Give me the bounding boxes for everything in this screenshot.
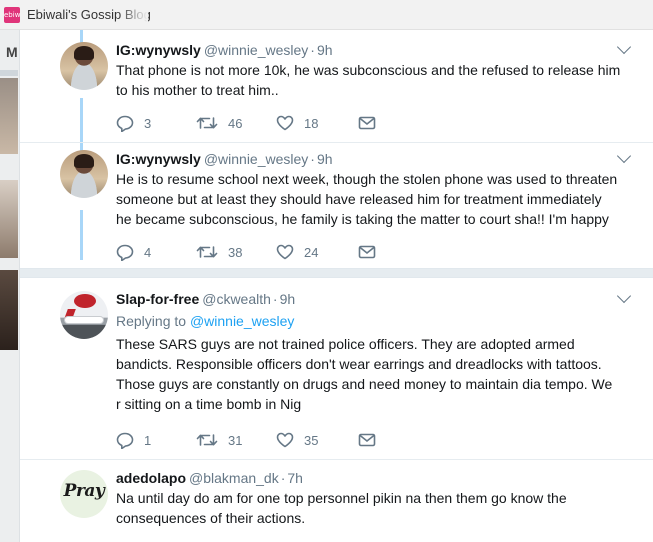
like-count: 35 xyxy=(304,432,319,448)
heart-icon xyxy=(276,244,294,260)
retweet-count: 31 xyxy=(228,432,243,448)
retweet-button[interactable]: 31 xyxy=(196,432,276,448)
retweet-count: 38 xyxy=(228,244,243,260)
browser-tab[interactable]: ebiw Ebiwali's Gossip Blog xyxy=(0,0,653,30)
retweet-icon xyxy=(196,434,218,446)
tweet-text: He is to resume school next week, though… xyxy=(116,169,626,229)
favicon-icon: ebiw xyxy=(4,6,20,23)
reply-count: 4 xyxy=(144,244,152,260)
separator-dot: · xyxy=(280,470,286,486)
tweet[interactable]: IG:wynywsly @winnie_wesley · 9h That phone … xyxy=(20,30,653,142)
tweet-text-line: Na until day do am for one top personnel… xyxy=(116,490,567,506)
tweet-text-line: to his mother to treat him.. xyxy=(116,82,279,98)
reply-button[interactable]: 3 xyxy=(116,115,196,132)
heart-icon xyxy=(276,115,294,131)
heart-icon xyxy=(276,432,294,448)
tweet-text: That phone is not more 10k, he was subco… xyxy=(116,60,626,100)
tweet-text-line: That phone is not more 10k, he was subco… xyxy=(116,62,621,78)
tweet-text: These SARS guys are not trained police o… xyxy=(116,334,626,414)
direct-message-button[interactable] xyxy=(358,433,376,447)
reply-count: 3 xyxy=(144,115,152,131)
separator-dot: · xyxy=(310,151,315,167)
envelope-icon xyxy=(358,245,376,259)
background-image xyxy=(0,270,18,350)
replying-to-label: Replying to xyxy=(116,313,187,329)
like-count: 24 xyxy=(304,244,319,260)
retweet-icon xyxy=(196,246,218,258)
tweet-author-name[interactable]: adedolapo xyxy=(116,470,186,486)
direct-message-button[interactable] xyxy=(358,116,376,130)
separator-dot: · xyxy=(310,42,315,58)
user-avatar-pray-icon[interactable]: Pray xyxy=(60,470,108,518)
tweet-text-line: r sitting on a time bomb in Nig xyxy=(116,396,302,412)
tweet-text-line: These SARS guys are not trained police o… xyxy=(116,336,575,352)
chevron-down-icon[interactable] xyxy=(616,148,632,164)
retweet-button[interactable]: 38 xyxy=(196,244,276,260)
reply-icon xyxy=(116,244,134,261)
tweet-author-handle[interactable]: @blakman_dk xyxy=(189,470,279,486)
tweet-author-handle[interactable]: @winnie_wesley xyxy=(204,42,308,58)
avatar-logo xyxy=(74,294,96,308)
background-divider xyxy=(0,70,18,76)
tweet-text-line: someone but at least they should have re… xyxy=(116,191,602,207)
tweet-actions: 3 46 18 xyxy=(116,113,376,133)
reply-icon xyxy=(116,115,134,132)
tweet-author-name[interactable]: Slap-for-free xyxy=(116,291,199,307)
reply-icon xyxy=(116,432,134,449)
tweet[interactable]: Slap-for-free @ckwealth · 9h Replying to @w… xyxy=(20,278,653,458)
background-menu-letter: M xyxy=(6,44,18,60)
tweet[interactable]: IG:wynywsly @winnie_wesley · 9h He is to re… xyxy=(20,143,653,268)
like-count: 18 xyxy=(304,115,319,131)
tweet-actions: 1 31 35 xyxy=(116,430,376,450)
envelope-icon xyxy=(358,116,376,130)
tweet-author-handle[interactable]: @winnie_wesley xyxy=(204,151,308,167)
tweet-text-line: He is to resume school next week, though… xyxy=(116,171,618,187)
chevron-down-icon[interactable] xyxy=(616,39,632,55)
tweet-author-name[interactable]: IG:wynywsly xyxy=(116,151,201,167)
tweet-author-name[interactable]: IG:wynywsly xyxy=(116,42,201,58)
tweet-text: Na until day do am for one top personnel… xyxy=(116,488,626,528)
tweet-timeline: IG:wynywsly @winnie_wesley · 9h That phone … xyxy=(20,30,653,542)
replying-to: Replying to @winnie_wesley xyxy=(116,312,294,330)
direct-message-button[interactable] xyxy=(358,245,376,259)
tab-title-fade xyxy=(118,0,148,29)
reply-count: 1 xyxy=(144,432,152,448)
tweet-text-line: bandicts. Responsible officers don't wea… xyxy=(116,356,602,372)
background-image xyxy=(0,180,18,258)
separator-dot: · xyxy=(272,291,278,307)
tweet-text-line: he became subconscious, he family is tak… xyxy=(116,211,609,227)
tweet-timestamp[interactable]: 9h xyxy=(317,42,333,58)
tweet-timestamp[interactable]: 7h xyxy=(287,470,303,486)
retweet-icon xyxy=(196,117,218,129)
tweet[interactable]: Pray adedolapo @blakman_dk · 7h Na until da… xyxy=(20,460,653,542)
envelope-icon xyxy=(358,433,376,447)
like-button[interactable]: 35 xyxy=(276,432,358,448)
tweet-actions: 4 38 24 xyxy=(116,242,376,262)
user-avatar-woman-icon[interactable] xyxy=(60,42,108,90)
replying-to-mention[interactable]: @winnie_wesley xyxy=(190,313,294,329)
avatar-plane-body xyxy=(65,317,103,323)
reply-button[interactable]: 4 xyxy=(116,244,196,261)
tweet-text-line: consequences of their actions. xyxy=(116,510,306,526)
like-button[interactable]: 24 xyxy=(276,244,358,260)
retweet-button[interactable]: 46 xyxy=(196,115,276,131)
tweet-author-handle[interactable]: @ckwealth xyxy=(202,291,271,307)
tweet-timestamp[interactable]: 9h xyxy=(317,151,333,167)
reply-button[interactable]: 1 xyxy=(116,432,196,449)
tweet-text-line: Those guys are constantly on drugs and n… xyxy=(116,376,613,392)
avatar-pray-text: Pray xyxy=(63,481,105,501)
conversation-divider xyxy=(20,268,653,278)
retweet-count: 46 xyxy=(228,115,243,131)
like-button[interactable]: 18 xyxy=(276,115,358,131)
tweet-timestamp[interactable]: 9h xyxy=(280,291,296,307)
background-page-strip: M xyxy=(0,30,20,542)
background-image xyxy=(0,78,18,154)
chevron-down-icon[interactable] xyxy=(616,288,632,304)
user-avatar-woman-icon[interactable] xyxy=(60,150,108,198)
user-avatar-airplane-icon[interactable] xyxy=(60,291,108,339)
